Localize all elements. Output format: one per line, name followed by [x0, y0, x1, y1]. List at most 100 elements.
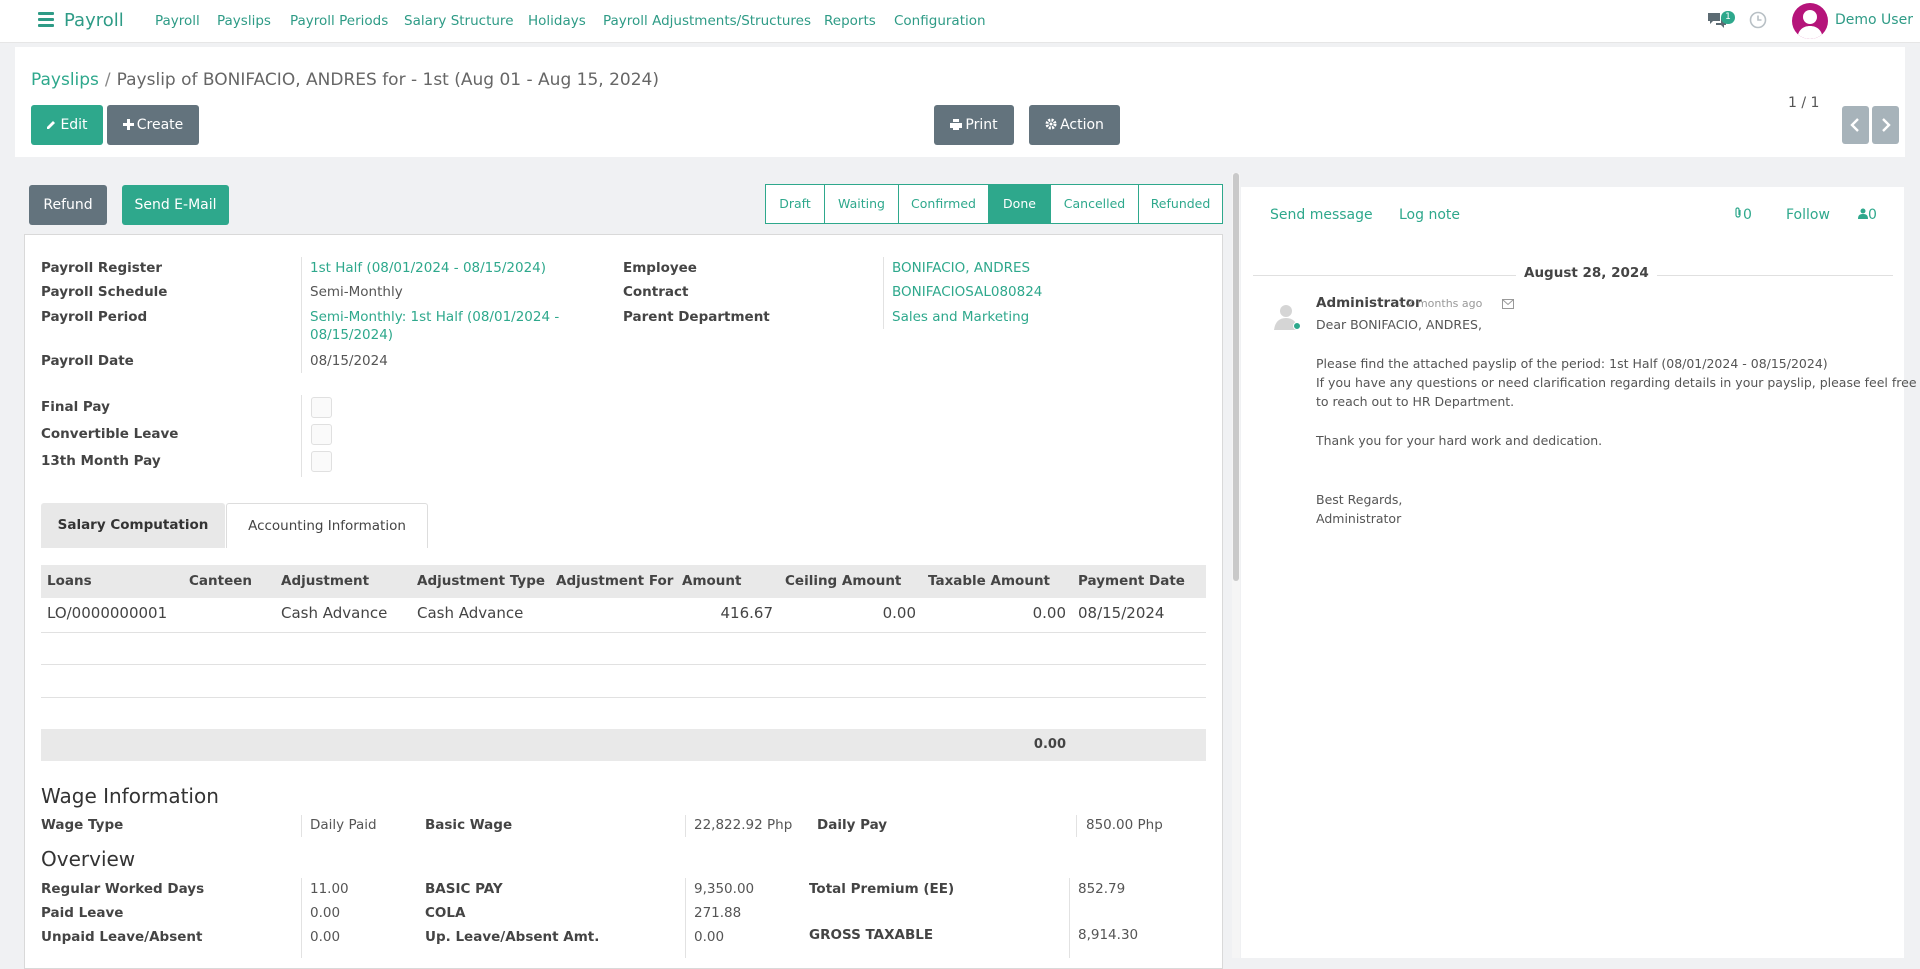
thirteenth-month-checkbox[interactable]: [311, 451, 332, 472]
chat-badge: 1: [1721, 11, 1735, 24]
wage-type-label: Wage Type: [41, 817, 124, 833]
envelope-icon: [1502, 299, 1514, 309]
log-note-button[interactable]: Log note: [1399, 207, 1460, 223]
refund-button[interactable]: Refund: [29, 185, 107, 225]
basic-wage-value: 22,822.92 Php: [694, 817, 793, 833]
contract-value[interactable]: BONIFACIOSAL080824: [892, 284, 1042, 300]
convertible-leave-label: Convertible Leave: [41, 426, 179, 442]
menu-icon[interactable]: [38, 12, 54, 27]
row-divider: [41, 697, 1206, 698]
user-avatar[interactable]: [1792, 3, 1828, 39]
col-canteen[interactable]: Canteen: [189, 573, 252, 589]
nav-payroll-periods[interactable]: Payroll Periods: [290, 13, 388, 29]
nav-reports[interactable]: Reports: [824, 13, 876, 29]
basic-pay-label: BASIC PAY: [425, 881, 503, 897]
row-divider: [41, 632, 1206, 633]
message-line: Thank you for your hard work and dedicat…: [1316, 433, 1603, 448]
create-label: Create: [136, 117, 184, 133]
action-button[interactable]: Action: [1029, 105, 1120, 145]
col-loans[interactable]: Loans: [47, 573, 92, 589]
cell-payment-date: 08/15/2024: [1078, 604, 1165, 622]
col-amount[interactable]: Amount: [682, 573, 741, 589]
nav-holidays[interactable]: Holidays: [528, 13, 586, 29]
payroll-schedule-label: Payroll Schedule: [41, 284, 168, 300]
employee-value[interactable]: BONIFACIO, ANDRES: [892, 260, 1030, 276]
label-divider: [301, 878, 302, 958]
col-ceiling-amount[interactable]: Ceiling Amount: [785, 573, 901, 589]
attachments-button[interactable]: 0: [1733, 207, 1752, 223]
col-payment-date[interactable]: Payment Date: [1078, 573, 1185, 589]
stage-done[interactable]: Done: [988, 184, 1051, 224]
followers-button[interactable]: 0: [1858, 207, 1877, 223]
pager-next-button[interactable]: [1872, 106, 1899, 144]
app-brand[interactable]: Payroll: [64, 10, 124, 31]
tab-salary-computation[interactable]: Salary Computation: [41, 503, 225, 548]
unpaid-leave-value: 0.00: [310, 929, 341, 945]
payroll-period-value-line2[interactable]: 08/15/2024): [310, 327, 393, 343]
breadcrumb-payslips[interactable]: Payslips: [31, 70, 99, 90]
stage-confirmed[interactable]: Confirmed: [898, 184, 989, 224]
message-line: to reach out to HR Department.: [1316, 394, 1515, 409]
print-button[interactable]: Print: [934, 105, 1014, 145]
cell-adjustment-type: Cash Advance: [417, 604, 524, 622]
total-premium-label: Total Premium (EE): [809, 881, 955, 897]
tab-accounting-information[interactable]: Accounting Information: [226, 503, 428, 548]
col-adjustment-for[interactable]: Adjustment For: [556, 573, 673, 589]
col-taxable-amount[interactable]: Taxable Amount: [928, 573, 1050, 589]
plus-icon: [122, 119, 134, 130]
create-button[interactable]: Create: [107, 105, 199, 145]
cell-taxable-amount: 0.00: [1032, 604, 1066, 622]
nav-salary-structure[interactable]: Salary Structure: [404, 13, 514, 29]
label-divider: [685, 815, 686, 837]
employee-label: Employee: [623, 260, 697, 276]
nav-configuration[interactable]: Configuration: [894, 13, 986, 29]
nav-payroll-adjustments[interactable]: Payroll Adjustments/Structures: [603, 13, 811, 29]
follow-button[interactable]: Follow: [1786, 207, 1830, 223]
up-leave-amt-label: Up. Leave/Absent Amt.: [425, 929, 600, 945]
stage-refunded[interactable]: Refunded: [1138, 184, 1223, 224]
col-adjustment-type[interactable]: Adjustment Type: [417, 573, 545, 589]
contract-label: Contract: [623, 284, 689, 300]
nav-payroll[interactable]: Payroll: [155, 13, 200, 29]
payroll-period-value-line1[interactable]: Semi-Monthly: 1st Half (08/01/2024 -: [310, 309, 559, 325]
online-status-dot: [1293, 322, 1301, 330]
form-scrollbar[interactable]: [1232, 173, 1240, 958]
regular-worked-days-value: 11.00: [310, 881, 349, 897]
parent-department-value[interactable]: Sales and Marketing: [892, 309, 1029, 325]
cell-loans: LO/0000000001: [47, 604, 168, 622]
paid-leave-value: 0.00: [310, 905, 341, 921]
stage-cancelled[interactable]: Cancelled: [1050, 184, 1139, 224]
payroll-register-value[interactable]: 1st Half (08/01/2024 - 08/15/2024): [310, 260, 546, 276]
payroll-period-label: Payroll Period: [41, 309, 148, 325]
chevron-right-icon: [1882, 118, 1891, 132]
stage-draft[interactable]: Draft: [765, 184, 825, 224]
control-panel: Payslips / Payslip of BONIFACIO, ANDRES fo…: [15, 47, 1905, 157]
wage-information-title: Wage Information: [41, 784, 219, 808]
send-email-button[interactable]: Send E-Mail: [122, 185, 229, 225]
edit-label: Edit: [60, 117, 88, 133]
stage-waiting[interactable]: Waiting: [824, 184, 899, 224]
label-divider: [301, 257, 302, 373]
label-divider: [685, 878, 686, 958]
col-adjustment[interactable]: Adjustment: [281, 573, 369, 589]
label-divider: [883, 257, 884, 329]
nav-payslips[interactable]: Payslips: [217, 13, 271, 29]
chevron-left-icon: [1850, 118, 1859, 132]
send-message-button[interactable]: Send message: [1270, 207, 1373, 223]
payroll-schedule-value: Semi-Monthly: [310, 284, 403, 300]
clock-icon[interactable]: [1749, 11, 1767, 29]
pager-previous-button[interactable]: [1842, 106, 1869, 144]
edit-button[interactable]: Edit: [31, 105, 103, 145]
message-time: - 2 months ago: [1399, 297, 1483, 310]
final-pay-checkbox[interactable]: [311, 397, 332, 418]
label-divider: [1076, 815, 1077, 837]
scrollbar-thumb[interactable]: [1233, 173, 1239, 581]
user-name[interactable]: Demo User: [1835, 12, 1913, 28]
paid-leave-label: Paid Leave: [41, 905, 124, 921]
convertible-leave-checkbox[interactable]: [311, 424, 332, 445]
pager-value[interactable]: 1 / 1: [1788, 95, 1819, 111]
gear-icon: [1045, 118, 1057, 130]
cola-label: COLA: [425, 905, 466, 921]
top-navbar: Payroll Payroll Payslips Payroll Periods…: [0, 0, 1920, 43]
cell-ceiling-amount: 0.00: [882, 604, 916, 622]
